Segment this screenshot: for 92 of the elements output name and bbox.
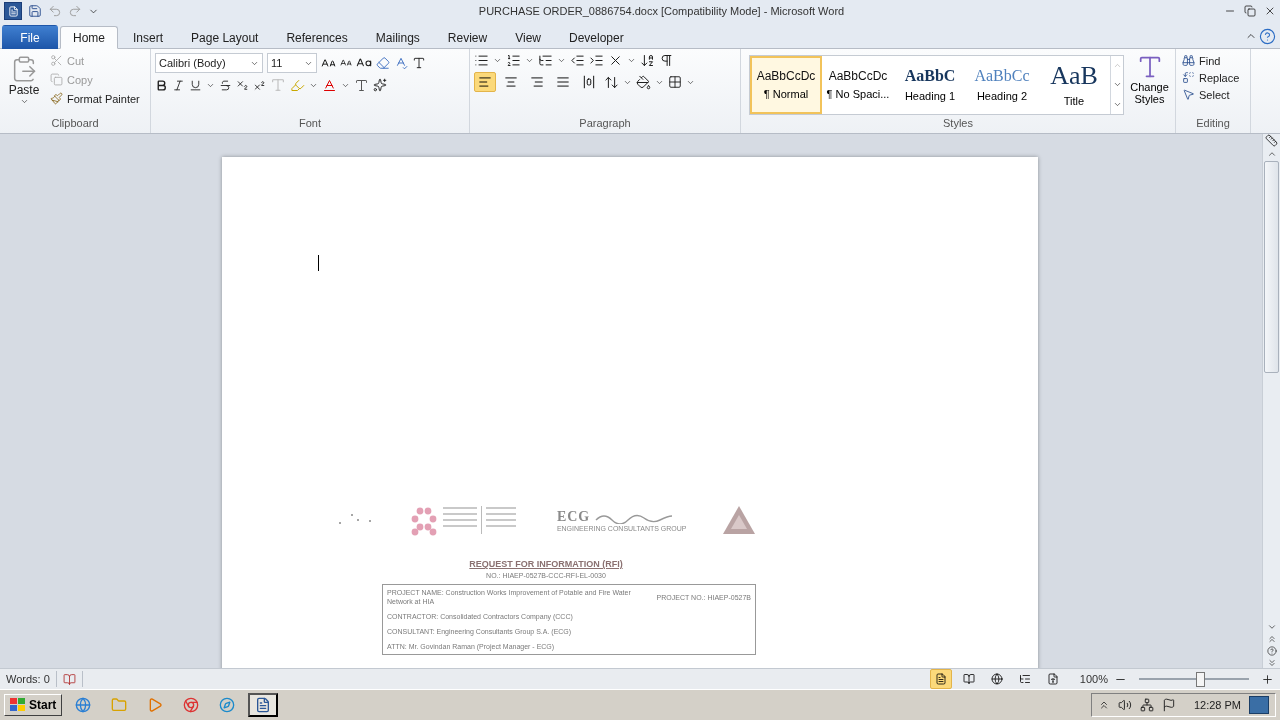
scroll-up-icon[interactable] bbox=[1266, 149, 1277, 159]
windows-logo-icon bbox=[10, 698, 26, 712]
ribbon-tab[interactable]: View bbox=[502, 26, 554, 49]
group-label: Styles bbox=[942, 117, 974, 131]
ribbon-tab[interactable]: Mailings bbox=[362, 26, 433, 49]
zoom-in-icon[interactable] bbox=[1261, 672, 1274, 686]
window-title: PURCHASE ORDER_0886754.docx [Compatibility Mode] - Microsoft Word bbox=[477, 5, 846, 17]
show-formatting-icon[interactable] bbox=[659, 53, 674, 68]
file-tab[interactable]: File bbox=[2, 25, 58, 49]
text-effects-icon[interactable] bbox=[394, 56, 408, 70]
view-icon bbox=[962, 673, 975, 685]
align-lines-icon bbox=[530, 75, 544, 89]
ribbon-tab[interactable]: Review bbox=[434, 26, 501, 49]
subscript-icon[interactable] bbox=[236, 78, 249, 92]
sort-icon[interactable] bbox=[640, 53, 655, 68]
group-label: Clipboard bbox=[50, 117, 100, 131]
document-icon bbox=[255, 697, 272, 713]
zoom-level[interactable]: 100% bbox=[1079, 673, 1108, 685]
text-cursor bbox=[318, 255, 319, 271]
group-label: Font bbox=[298, 117, 322, 131]
bullets-icon[interactable] bbox=[474, 53, 489, 68]
pointer-icon bbox=[1182, 88, 1195, 101]
clear-formatting-icon[interactable] bbox=[376, 56, 390, 70]
globe-icon bbox=[75, 697, 92, 713]
ribbon-tab[interactable]: Page Layout bbox=[178, 26, 272, 49]
style-option[interactable]: AaBbCcDc ¶ Normal bbox=[750, 56, 822, 114]
triangle-logo-icon bbox=[721, 505, 756, 535]
zoom-thumb[interactable] bbox=[1195, 671, 1205, 687]
superscript-icon[interactable] bbox=[253, 78, 266, 92]
network-icon[interactable] bbox=[1139, 698, 1154, 712]
multilevel-list-icon[interactable] bbox=[538, 53, 553, 68]
underline-icon[interactable] bbox=[189, 78, 202, 92]
font-color-icon[interactable] bbox=[322, 77, 337, 93]
font-size-field[interactable]: 11 bbox=[267, 53, 317, 73]
scrollbar-thumb[interactable] bbox=[1264, 161, 1279, 373]
paste-button[interactable]: Paste bbox=[4, 53, 44, 117]
bold-icon[interactable] bbox=[155, 78, 168, 92]
document-heading: REQUEST FOR INFORMATION (RFI) bbox=[469, 559, 623, 569]
find-button[interactable]: Find bbox=[1180, 53, 1242, 68]
folder-icon bbox=[111, 697, 128, 713]
start-button[interactable]: Start bbox=[4, 694, 63, 716]
font-name-field[interactable]: Calibri (Body) bbox=[155, 53, 263, 73]
restore-icon[interactable] bbox=[1244, 5, 1256, 17]
speaker-icon[interactable] bbox=[1117, 698, 1132, 712]
scroll-down-icon[interactable] bbox=[1266, 622, 1277, 632]
align-lines-icon bbox=[556, 75, 570, 89]
clock[interactable]: 12:28 PM bbox=[1193, 699, 1241, 711]
close-icon[interactable] bbox=[1264, 5, 1276, 17]
view-icon bbox=[990, 673, 1003, 685]
format-painter-button[interactable]: Format Painter bbox=[48, 91, 142, 106]
shading-icon[interactable] bbox=[636, 74, 651, 90]
view-icon bbox=[1046, 673, 1059, 685]
decrease-indent-icon[interactable] bbox=[570, 53, 585, 68]
strikethrough-icon[interactable] bbox=[219, 78, 232, 92]
binoculars-icon bbox=[1182, 54, 1195, 67]
play-icon bbox=[147, 697, 164, 713]
scissors-icon bbox=[50, 54, 63, 67]
shrink-font-icon[interactable] bbox=[340, 57, 352, 69]
change-styles-button[interactable]: Change Styles bbox=[1128, 53, 1171, 117]
group-label: Paragraph bbox=[578, 117, 632, 131]
group-label: Editing bbox=[1195, 117, 1231, 131]
word-count[interactable]: Words: 0 bbox=[6, 673, 50, 685]
increase-indent-icon[interactable] bbox=[589, 53, 604, 68]
align-left-button[interactable] bbox=[474, 72, 496, 92]
select-button[interactable]: Select bbox=[1180, 87, 1242, 102]
print-layout-button[interactable] bbox=[929, 669, 952, 689]
save-icon[interactable] bbox=[28, 4, 42, 18]
italic-icon[interactable] bbox=[172, 78, 185, 92]
copy-icon bbox=[50, 73, 63, 86]
ribbon-tab[interactable]: Developer bbox=[555, 26, 637, 49]
logo-text: ECG bbox=[556, 508, 591, 525]
align-lines-icon bbox=[504, 75, 518, 89]
line-spacing-icon[interactable] bbox=[604, 74, 619, 90]
flag-icon[interactable] bbox=[1161, 698, 1176, 712]
paintbrush-icon bbox=[50, 92, 63, 105]
ribbon-tab[interactable]: References bbox=[273, 26, 361, 49]
view-icon bbox=[1018, 673, 1031, 685]
align-lines-icon bbox=[582, 75, 596, 89]
ruler-icon[interactable] bbox=[1265, 134, 1278, 147]
chrome-icon bbox=[183, 697, 200, 713]
view-icon bbox=[934, 673, 947, 685]
help-icon[interactable] bbox=[1259, 28, 1276, 45]
align-lines-icon bbox=[478, 75, 492, 89]
borders-icon[interactable] bbox=[668, 75, 682, 89]
replace-button[interactable]: Replace bbox=[1180, 70, 1242, 85]
ribbon-tab[interactable]: Home bbox=[60, 26, 118, 49]
replace-icon bbox=[1182, 71, 1195, 84]
ribbon-tab[interactable]: Insert bbox=[120, 26, 177, 49]
proofing-icon[interactable] bbox=[62, 672, 76, 686]
word-taskbar-button[interactable] bbox=[248, 693, 279, 717]
compass-icon bbox=[219, 697, 236, 713]
numbering-icon[interactable] bbox=[506, 53, 521, 68]
